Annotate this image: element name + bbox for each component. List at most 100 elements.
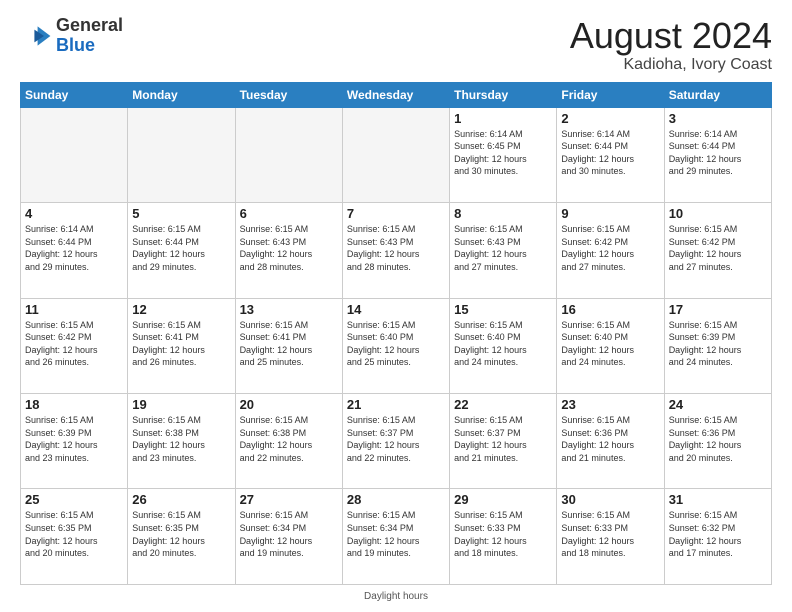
calendar-cell: 8 Sunrise: 6:15 AM Sunset: 6:43 PM Daylig… [450,203,557,298]
footer: Daylight hours [20,591,772,602]
col-tuesday: Tuesday [235,82,342,107]
day-info: Sunrise: 6:15 AM Sunset: 6:35 PM Dayligh… [25,509,123,559]
col-monday: Monday [128,82,235,107]
day-number: 28 [347,492,445,507]
calendar-week-3: 18 Sunrise: 6:15 AM Sunset: 6:39 PM Dayli… [21,394,772,489]
calendar-cell: 31 Sunrise: 6:15 AM Sunset: 6:32 PM Dayli… [664,489,771,585]
title-block: August 2024 Kadioha, Ivory Coast [570,16,772,74]
calendar-cell: 2 Sunrise: 6:14 AM Sunset: 6:44 PM Daylig… [557,107,664,202]
calendar-cell: 14 Sunrise: 6:15 AM Sunset: 6:40 PM Dayli… [342,298,449,393]
calendar-week-4: 25 Sunrise: 6:15 AM Sunset: 6:35 PM Dayli… [21,489,772,585]
calendar-cell: 22Sunrise: 6:15 AM Sunset: 6:37 PM Dayli… [450,394,557,489]
day-info: Sunrise: 6:15 AM Sunset: 6:42 PM Dayligh… [25,319,123,369]
col-saturday: Saturday [664,82,771,107]
day-info: Sunrise: 6:15 AM Sunset: 6:39 PM Dayligh… [25,414,123,464]
header: General Blue August 2024 Kadioha, Ivory … [20,16,772,74]
day-number: 8 [454,206,552,221]
day-number: 29 [454,492,552,507]
day-number: 22 [454,397,552,412]
day-info: Sunrise: 6:15 AM Sunset: 6:36 PM Dayligh… [669,414,767,464]
daylight-label: Daylight hours [364,591,428,602]
calendar-cell: 13Sunrise: 6:15 AM Sunset: 6:41 PM Dayli… [235,298,342,393]
calendar-week-0: 1Sunrise: 6:14 AM Sunset: 6:45 PM Daylig… [21,107,772,202]
day-number: 18 [25,397,123,412]
day-info: Sunrise: 6:15 AM Sunset: 6:40 PM Dayligh… [561,319,659,369]
calendar-cell: 26 Sunrise: 6:15 AM Sunset: 6:35 PM Dayli… [128,489,235,585]
day-number: 20 [240,397,338,412]
day-number: 23 [561,397,659,412]
day-number: 6 [240,206,338,221]
logo-text: General Blue [56,16,123,56]
day-info: Sunrise: 6:15 AM Sunset: 6:43 PM Dayligh… [454,223,552,273]
calendar-cell: 20 Sunrise: 6:15 AM Sunset: 6:38 PM Dayli… [235,394,342,489]
day-number: 11 [25,302,123,317]
calendar-header-row: Sunday Monday Tuesday Wednesday Thursday… [21,82,772,107]
day-number: 9 [561,206,659,221]
day-info: Sunrise: 6:15 AM Sunset: 6:40 PM Dayligh… [347,319,445,369]
calendar-cell: 28 Sunrise: 6:15 AM Sunset: 6:34 PM Dayli… [342,489,449,585]
calendar-cell [21,107,128,202]
day-number: 12 [132,302,230,317]
day-number: 15 [454,302,552,317]
calendar-cell [235,107,342,202]
day-number: 14 [347,302,445,317]
day-info: Sunrise: 6:15 AM Sunset: 6:42 PM Dayligh… [561,223,659,273]
day-info: Sunrise: 6:14 AM Sunset: 6:44 PM Dayligh… [561,128,659,178]
day-info: Sunrise: 6:15 AM Sunset: 6:44 PM Dayligh… [132,223,230,273]
day-info: Sunrise: 6:15 AM Sunset: 6:33 PM Dayligh… [454,509,552,559]
col-thursday: Thursday [450,82,557,107]
calendar-cell: 19 Sunrise: 6:15 AM Sunset: 6:38 PM Dayli… [128,394,235,489]
calendar-cell: 1Sunrise: 6:14 AM Sunset: 6:45 PM Daylig… [450,107,557,202]
generalblue-icon [20,20,52,52]
day-info: Sunrise: 6:15 AM Sunset: 6:37 PM Dayligh… [347,414,445,464]
day-info: Sunrise: 6:14 AM Sunset: 6:44 PM Dayligh… [25,223,123,273]
day-info: Sunrise: 6:15 AM Sunset: 6:38 PM Dayligh… [132,414,230,464]
day-number: 3 [669,111,767,126]
calendar-cell [342,107,449,202]
col-friday: Friday [557,82,664,107]
day-info: Sunrise: 6:15 AM Sunset: 6:38 PM Dayligh… [240,414,338,464]
day-info: Sunrise: 6:15 AM Sunset: 6:41 PM Dayligh… [240,319,338,369]
day-info: Sunrise: 6:15 AM Sunset: 6:41 PM Dayligh… [132,319,230,369]
col-sunday: Sunday [21,82,128,107]
calendar-cell: 3Sunrise: 6:14 AM Sunset: 6:44 PM Daylig… [664,107,771,202]
calendar-cell: 9 Sunrise: 6:15 AM Sunset: 6:42 PM Daylig… [557,203,664,298]
day-number: 26 [132,492,230,507]
day-number: 5 [132,206,230,221]
day-number: 17 [669,302,767,317]
col-wednesday: Wednesday [342,82,449,107]
month-title: August 2024 [570,16,772,56]
day-number: 27 [240,492,338,507]
day-number: 4 [25,206,123,221]
calendar-cell: 16 Sunrise: 6:15 AM Sunset: 6:40 PM Dayli… [557,298,664,393]
day-info: Sunrise: 6:15 AM Sunset: 6:33 PM Dayligh… [561,509,659,559]
calendar-cell [128,107,235,202]
calendar-cell: 4 Sunrise: 6:14 AM Sunset: 6:44 PM Daylig… [21,203,128,298]
page: General Blue August 2024 Kadioha, Ivory … [0,0,792,612]
day-info: Sunrise: 6:15 AM Sunset: 6:36 PM Dayligh… [561,414,659,464]
day-info: Sunrise: 6:15 AM Sunset: 6:39 PM Dayligh… [669,319,767,369]
day-info: Sunrise: 6:15 AM Sunset: 6:34 PM Dayligh… [347,509,445,559]
day-number: 19 [132,397,230,412]
calendar-cell: 27 Sunrise: 6:15 AM Sunset: 6:34 PM Dayli… [235,489,342,585]
calendar-cell: 7Sunrise: 6:15 AM Sunset: 6:43 PM Daylig… [342,203,449,298]
day-number: 2 [561,111,659,126]
day-number: 30 [561,492,659,507]
day-number: 31 [669,492,767,507]
logo-general: General [56,15,123,35]
day-number: 25 [25,492,123,507]
day-info: Sunrise: 6:15 AM Sunset: 6:34 PM Dayligh… [240,509,338,559]
day-info: Sunrise: 6:15 AM Sunset: 6:35 PM Dayligh… [132,509,230,559]
calendar-cell: 10Sunrise: 6:15 AM Sunset: 6:42 PM Dayli… [664,203,771,298]
calendar-cell: 18 Sunrise: 6:15 AM Sunset: 6:39 PM Dayli… [21,394,128,489]
day-info: Sunrise: 6:15 AM Sunset: 6:32 PM Dayligh… [669,509,767,559]
day-info: Sunrise: 6:14 AM Sunset: 6:45 PM Dayligh… [454,128,552,178]
day-number: 16 [561,302,659,317]
logo-blue: Blue [56,35,95,55]
day-info: Sunrise: 6:15 AM Sunset: 6:40 PM Dayligh… [454,319,552,369]
day-info: Sunrise: 6:15 AM Sunset: 6:43 PM Dayligh… [240,223,338,273]
calendar-cell: 6 Sunrise: 6:15 AM Sunset: 6:43 PM Daylig… [235,203,342,298]
calendar-week-2: 11 Sunrise: 6:15 AM Sunset: 6:42 PM Dayli… [21,298,772,393]
calendar-cell: 21Sunrise: 6:15 AM Sunset: 6:37 PM Dayli… [342,394,449,489]
day-info: Sunrise: 6:15 AM Sunset: 6:42 PM Dayligh… [669,223,767,273]
